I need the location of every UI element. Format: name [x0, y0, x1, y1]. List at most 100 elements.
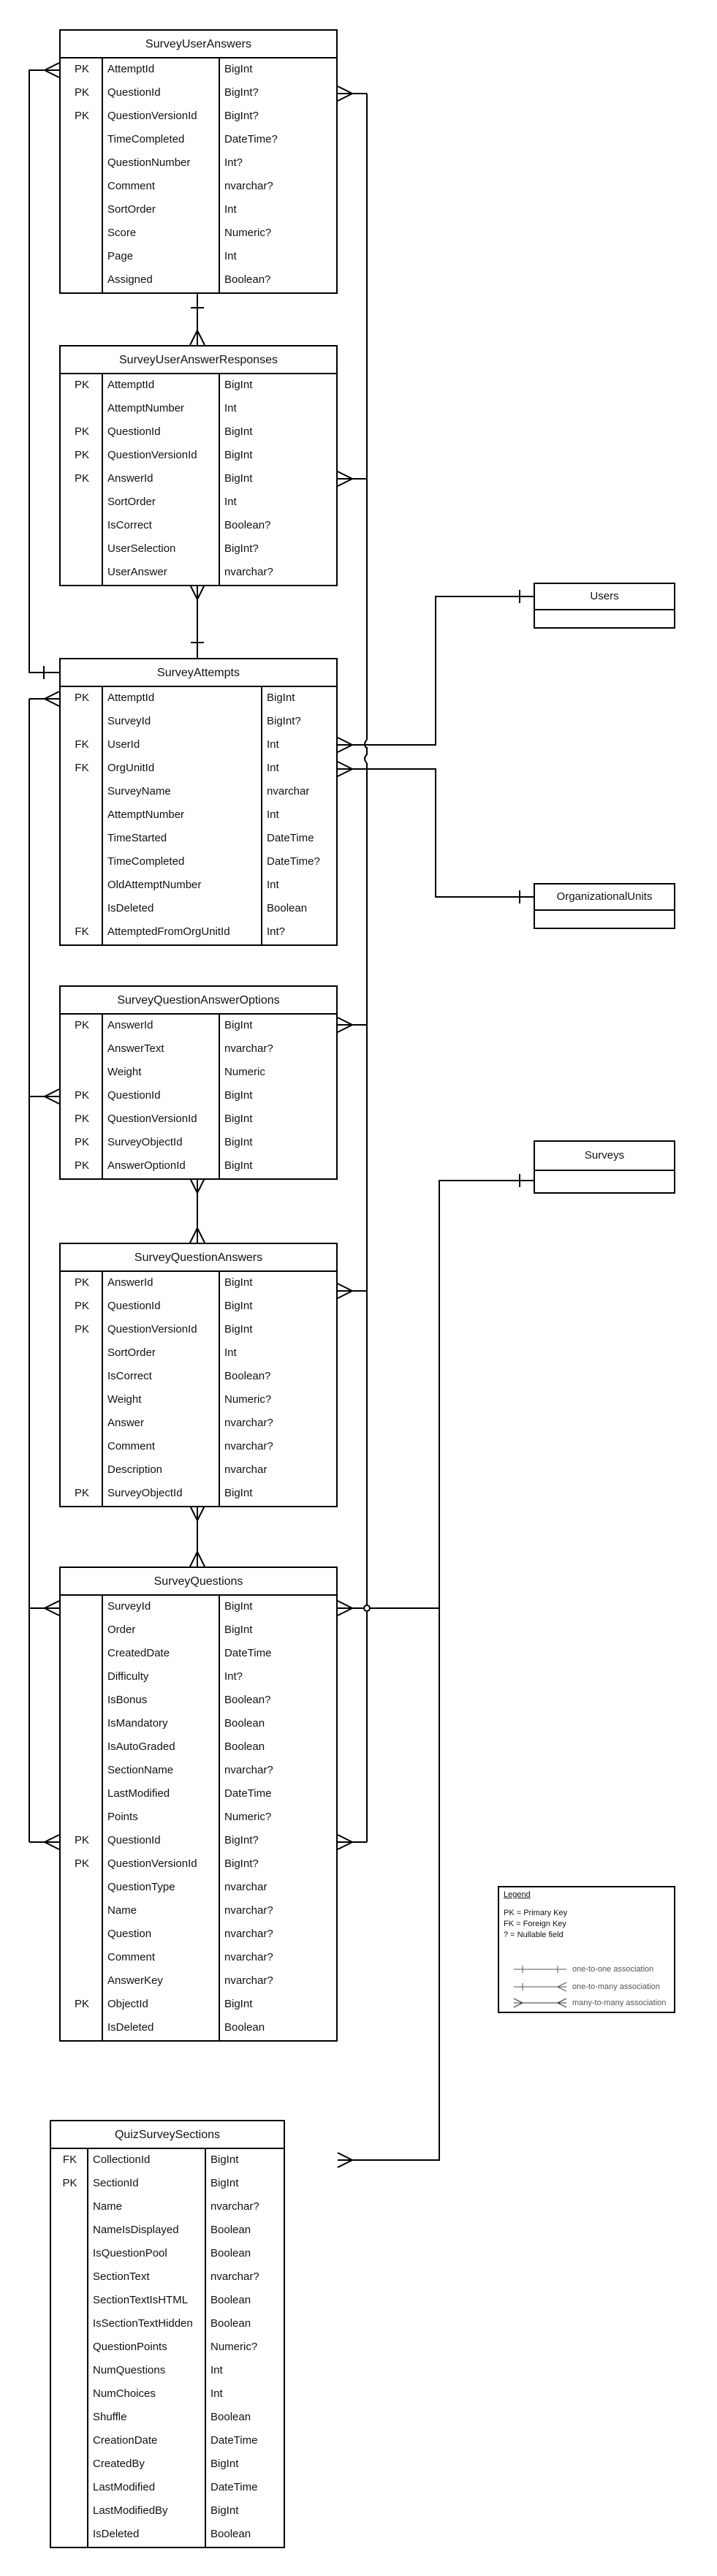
field-name: QuestionId [107, 425, 161, 438]
field-name: AttemptNumber [107, 402, 185, 414]
field-name: IsDeleted [107, 902, 154, 914]
field-name: Comment [107, 1440, 156, 1452]
field-row[interactable]: QuestionPoints Numeric? [51, 2336, 284, 2360]
field-key: PK [74, 1323, 89, 1336]
field-key [51, 2196, 88, 2219]
field-type: Numeric? [210, 2341, 258, 2353]
field-key: PK [62, 2177, 77, 2189]
field-name: QuestionVersionId [107, 449, 197, 461]
field-type: nvarchar? [224, 1974, 273, 1987]
field-type: nvarchar? [224, 1042, 273, 1055]
entity-survey-user-answers[interactable]: SurveyUserAnswers PK AttemptId BigInt PK Ques… [59, 29, 338, 294]
field-name: IsAutoGraded [107, 1740, 175, 1753]
field-row[interactable]: NameIsDisplayed Boolean [51, 2219, 284, 2243]
field-row[interactable]: LastModifiedBy BigInt [51, 2500, 284, 2523]
entity-organizational-units[interactable]: OrganizationalUnits [534, 883, 675, 929]
entity-surveys[interactable]: Surveys [534, 1140, 675, 1194]
crows-foot-icon [337, 471, 354, 487]
field-name: AnswerOptionId [107, 1159, 186, 1172]
entity-survey-questions[interactable]: SurveyQuestions SurveyId BigInt Order BigInt… [59, 1567, 338, 2042]
field-type: Int [224, 402, 237, 414]
field-type: Numeric? [224, 227, 272, 239]
field-type: BigInt [224, 1159, 253, 1172]
field-name: QuestionId [107, 1089, 161, 1102]
crows-foot-icon [337, 86, 354, 102]
field-key [51, 2523, 88, 2547]
crows-foot-icon [337, 2152, 354, 2168]
crows-foot-icon [189, 1178, 205, 1195]
field-key [61, 1736, 103, 1759]
field-name: QuestionVersionId [107, 110, 197, 122]
entity-quiz-survey-sections[interactable]: QuizSurveySections FK CollectionId BigInt PK… [50, 2120, 285, 2548]
field-key [61, 1038, 103, 1061]
field-row[interactable]: LastModified DateTime [51, 2477, 284, 2500]
crows-foot-icon [189, 328, 205, 346]
field-type: BigInt [224, 472, 253, 485]
field-key [61, 827, 103, 851]
field-type: DateTime [210, 2481, 258, 2493]
entity-survey-question-answer-options[interactable]: SurveyQuestionAnswerOptions PK AnswerId Big… [59, 985, 338, 1180]
entity-title: Users [535, 584, 674, 610]
field-key: PK [74, 1136, 89, 1148]
field-type: Int? [224, 156, 243, 169]
field-name: UserId [107, 738, 140, 751]
field-key: PK [74, 1113, 89, 1125]
field-key [61, 152, 103, 175]
field-row[interactable]: CreatedBy BigInt [51, 2453, 284, 2477]
field-name: Page [107, 250, 134, 262]
field-type: Int? [224, 1670, 243, 1683]
field-name: TimeCompleted [107, 855, 185, 868]
field-name: TimeCompleted [107, 133, 185, 145]
field-type: BigInt [210, 2153, 239, 2166]
field-row[interactable]: PK SectionId BigInt [51, 2172, 284, 2196]
field-name: SectionText [93, 2270, 150, 2283]
field-name: AnswerId [107, 1276, 153, 1289]
field-row[interactable]: IsQuestionPool Boolean [51, 2243, 284, 2266]
entity-users[interactable]: Users [534, 583, 675, 629]
field-type: Boolean [224, 1740, 265, 1753]
field-name: LastModified [93, 2481, 156, 2493]
entity-survey-question-answers[interactable]: SurveyQuestionAnswers PK AnswerId BigInt PK Q… [59, 1243, 338, 1507]
field-row[interactable]: Name nvarchar? [51, 2196, 284, 2219]
field-key: PK [74, 110, 89, 122]
field-row[interactable]: IsDeleted Boolean [51, 2523, 284, 2547]
field-type: nvarchar? [224, 566, 273, 578]
field-row[interactable]: FK CollectionId BigInt [51, 2149, 284, 2172]
field-row[interactable]: NumChoices Int [51, 2383, 284, 2406]
field-type: nvarchar? [210, 2270, 259, 2283]
field-key: PK [74, 1089, 89, 1102]
field-key [61, 1876, 103, 1900]
field-type: nvarchar? [224, 1764, 273, 1776]
field-row[interactable]: Shuffle Boolean [51, 2406, 284, 2430]
field-type: BigInt [210, 2504, 239, 2517]
field-key [51, 2313, 88, 2336]
column-divider [102, 1596, 103, 2040]
field-key: PK [74, 425, 89, 438]
field-row[interactable]: SectionTextIsHTML Boolean [51, 2289, 284, 2313]
field-name: AttemptId [107, 63, 155, 75]
field-name: SortOrder [107, 1346, 156, 1359]
field-row[interactable]: SectionText nvarchar? [51, 2266, 284, 2289]
field-key [51, 2266, 88, 2289]
field-key: PK [74, 1159, 89, 1172]
connector-line [29, 69, 59, 673]
field-type: BigInt [224, 1487, 253, 1499]
entity-survey-user-answer-responses[interactable]: SurveyUserAnswerResponses PK AttemptId BigI… [59, 345, 338, 586]
field-type: BigInt [224, 379, 253, 391]
field-row[interactable]: NumQuestions Int [51, 2360, 284, 2383]
field-type: BigInt [224, 449, 253, 461]
field-name: SurveyObjectId [107, 1487, 183, 1499]
crows-foot-icon [337, 1834, 354, 1850]
field-key [51, 2453, 88, 2477]
entity-title: QuizSurveySections [51, 2121, 284, 2149]
field-row[interactable]: CreationDate DateTime [51, 2430, 284, 2453]
field-row[interactable]: IsSectionTextHidden Boolean [51, 2313, 284, 2336]
field-type: BigInt [224, 1624, 253, 1636]
entity-survey-attempts[interactable]: SurveyAttempts PK AttemptId BigInt SurveyId B… [59, 658, 338, 946]
field-type: Boolean [224, 2021, 265, 2034]
field-key: PK [74, 692, 89, 704]
field-type: nvarchar [224, 1463, 268, 1476]
field-type: Int [267, 879, 279, 891]
field-name: AttemptId [107, 379, 155, 391]
field-name: NumQuestions [93, 2364, 166, 2376]
